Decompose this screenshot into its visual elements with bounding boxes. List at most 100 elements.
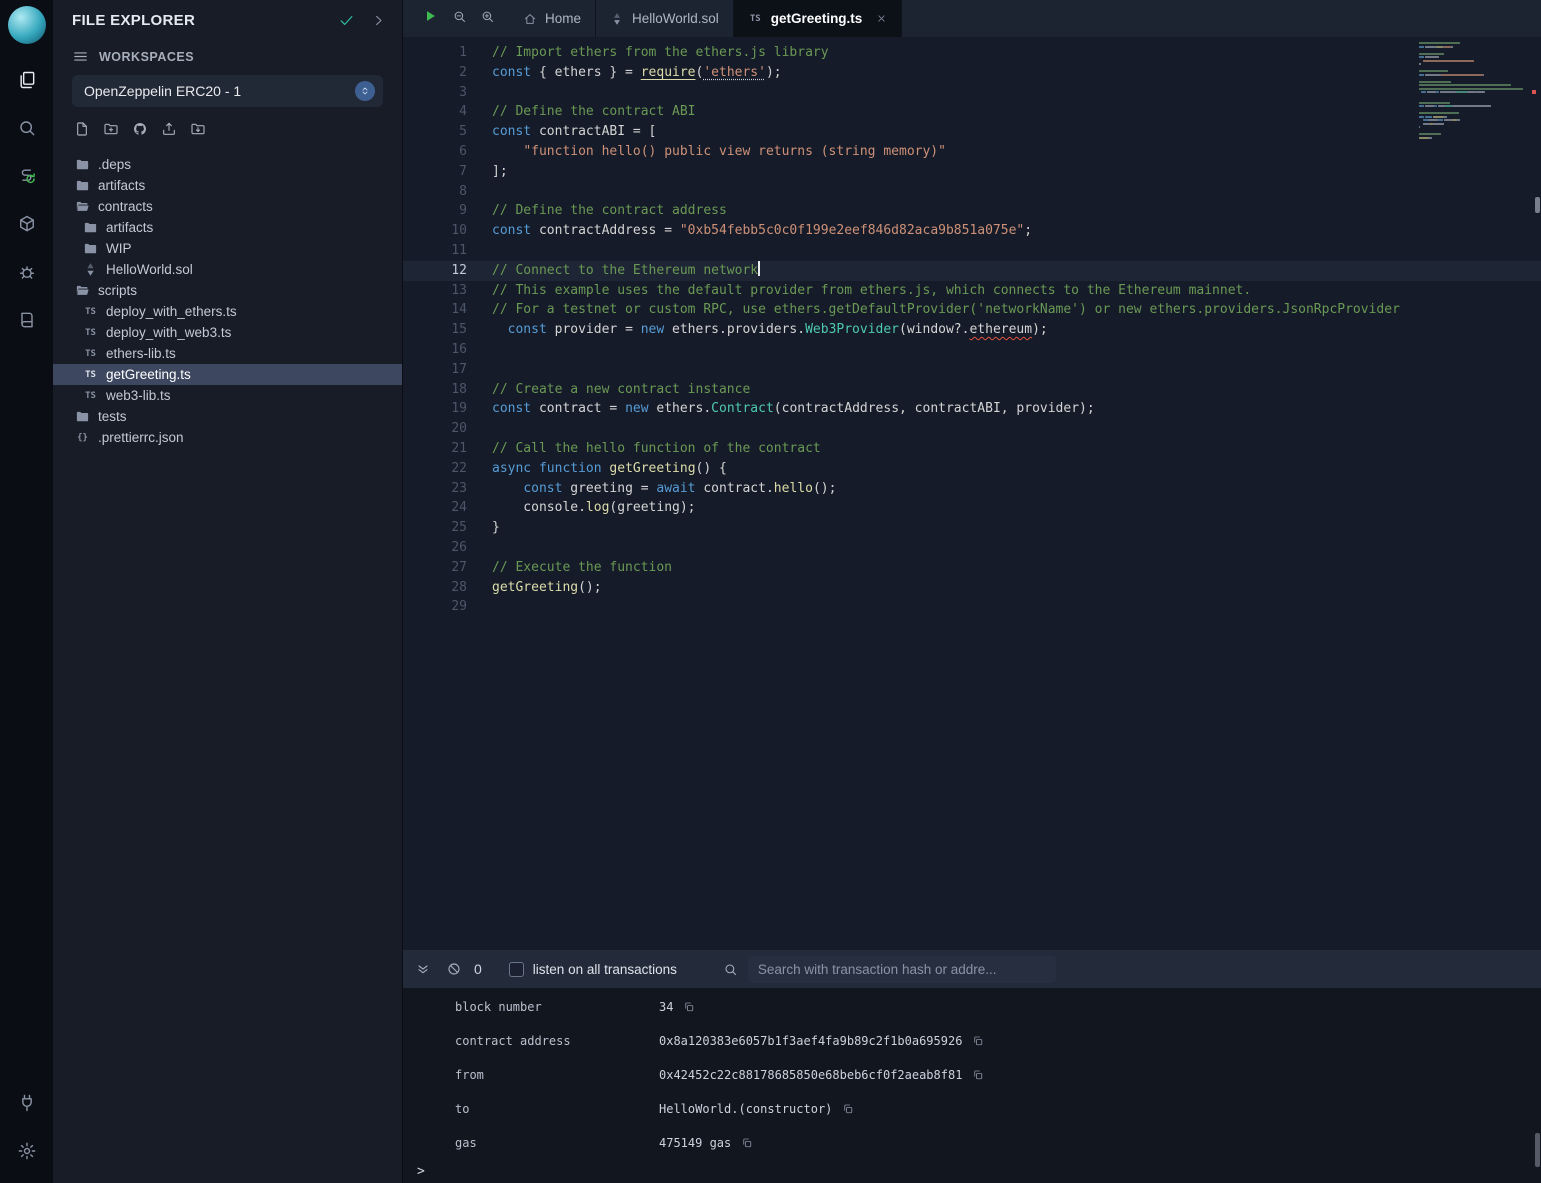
line-number: 5: [403, 122, 467, 142]
tree-item-web3-lib.ts[interactable]: TSweb3-lib.ts: [53, 385, 402, 406]
tx-detail-key: block number: [455, 1000, 659, 1014]
terminal-search-input[interactable]: [748, 956, 1056, 983]
ts-file-icon: TS: [748, 14, 763, 24]
create-file-icon[interactable]: [74, 121, 90, 142]
tab-HelloWorld.sol[interactable]: HelloWorld.sol: [596, 0, 734, 37]
code-line-17[interactable]: 17: [403, 360, 1541, 380]
code-line-7[interactable]: 7];: [403, 162, 1541, 182]
activity-deploy-run-icon[interactable]: [0, 200, 53, 248]
line-number: 15: [403, 320, 467, 340]
workspace-select[interactable]: OpenZeppelin ERC20 - 1: [72, 75, 383, 107]
code-line-23[interactable]: 23 const greeting = await contract.hello…: [403, 479, 1541, 499]
chevron-double-down-icon[interactable]: [415, 961, 431, 977]
tree-item-label: artifacts: [98, 178, 145, 193]
chevron-right-icon[interactable]: [371, 13, 386, 28]
code-editor[interactable]: 1// Import ethers from the ethers.js lib…: [403, 37, 1541, 950]
activity-solidity-compiler-icon[interactable]: [0, 152, 53, 200]
code-line-2[interactable]: 2const { ethers } = require('ethers');: [403, 63, 1541, 83]
activity-settings-icon[interactable]: [0, 1127, 53, 1175]
code-line-28[interactable]: 28getGreeting();: [403, 578, 1541, 598]
upload-file-icon[interactable]: [161, 121, 177, 142]
code-line-6[interactable]: 6 "function hello() public view returns …: [403, 142, 1541, 162]
tree-item-contracts[interactable]: contracts: [53, 196, 402, 217]
code-line-19[interactable]: 19const contract = new ethers.Contract(c…: [403, 399, 1541, 419]
terminal-prompt-row[interactable]: >: [403, 1160, 1541, 1183]
remix-logo[interactable]: [8, 6, 46, 44]
line-number: 20: [403, 419, 467, 439]
text-cursor: [758, 261, 760, 276]
listen-all-transactions-checkbox[interactable]: [509, 962, 524, 977]
tab-Home[interactable]: Home: [509, 0, 596, 37]
copy-icon[interactable]: [972, 1069, 984, 1081]
tree-item-ethers-lib.ts[interactable]: TSethers-lib.ts: [53, 343, 402, 364]
code-line-16[interactable]: 16: [403, 340, 1541, 360]
folder-icon: [75, 178, 90, 193]
code-line-9[interactable]: 9// Define the contract address: [403, 201, 1541, 221]
code-line-3[interactable]: 3: [403, 83, 1541, 103]
workspace-switcher-icon[interactable]: [355, 81, 375, 101]
tree-item-WIP[interactable]: WIP: [53, 238, 402, 259]
activity-search-icon[interactable]: [0, 104, 53, 152]
copy-icon[interactable]: [842, 1103, 854, 1115]
activity-plugins-icon[interactable]: [0, 296, 53, 344]
tree-item-label: scripts: [98, 283, 137, 298]
file-explorer-panel: FILE EXPLORER WORKSPACES OpenZeppelin ER…: [53, 0, 402, 1183]
tree-item-artifacts[interactable]: artifacts: [53, 175, 402, 196]
copy-icon[interactable]: [741, 1137, 753, 1149]
code-line-13[interactable]: 13// This example uses the default provi…: [403, 281, 1541, 301]
code-line-15[interactable]: 15 const provider = new ethers.providers…: [403, 320, 1541, 340]
code-line-5[interactable]: 5const contractABI = [: [403, 122, 1541, 142]
code-line-26[interactable]: 26: [403, 538, 1541, 558]
tree-item-scripts[interactable]: scripts: [53, 280, 402, 301]
code-line-12[interactable]: 12// Connect to the Ethereum network: [403, 261, 1541, 281]
folder-icon: [75, 409, 90, 424]
tree-item-label: getGreeting.ts: [106, 367, 191, 382]
create-folder-icon[interactable]: [103, 121, 119, 142]
activity-plugin-manager-icon[interactable]: [0, 1079, 53, 1127]
clear-console-icon[interactable]: [446, 961, 462, 977]
code-line-1[interactable]: 1// Import ethers from the ethers.js lib…: [403, 43, 1541, 63]
clone-repo-icon[interactable]: [132, 121, 148, 142]
tree-item-deploy_with_web3.ts[interactable]: TSdeploy_with_web3.ts: [53, 322, 402, 343]
tree-item-deploy_with_ethers.ts[interactable]: TSdeploy_with_ethers.ts: [53, 301, 402, 322]
tree-item-HelloWorld.sol[interactable]: HelloWorld.sol: [53, 259, 402, 280]
code-line-25[interactable]: 25}: [403, 518, 1541, 538]
confirm-check-icon[interactable]: [338, 12, 355, 29]
plugin-manager-icon: [17, 1093, 37, 1113]
copy-icon[interactable]: [972, 1035, 984, 1047]
code-line-4[interactable]: 4// Define the contract ABI: [403, 102, 1541, 122]
code-line-21[interactable]: 21// Call the hello function of the cont…: [403, 439, 1541, 459]
tree-item-.prettierrc.json[interactable]: {}.prettierrc.json: [53, 427, 402, 448]
close-tab-icon[interactable]: [876, 13, 887, 24]
editor-scrollbar[interactable]: [1535, 197, 1540, 213]
code-line-22[interactable]: 22async function getGreeting() {: [403, 459, 1541, 479]
code-line-18[interactable]: 18// Create a new contract instance: [403, 380, 1541, 400]
code-line-24[interactable]: 24 console.log(greeting);: [403, 498, 1541, 518]
run-script-icon[interactable]: [421, 7, 439, 30]
zoom-out-icon[interactable]: [452, 9, 467, 29]
code-line-10[interactable]: 10const contractAddress = "0xb54febb5c0c…: [403, 221, 1541, 241]
tx-detail-key: gas: [455, 1136, 659, 1150]
copy-icon[interactable]: [683, 1001, 695, 1013]
terminal-scrollbar[interactable]: [1535, 1133, 1540, 1167]
tab-getGreeting.ts[interactable]: TSgetGreeting.ts: [734, 0, 903, 37]
code-line-8[interactable]: 8: [403, 182, 1541, 202]
minimap[interactable]: [1419, 42, 1531, 144]
menu-icon[interactable]: [72, 48, 89, 65]
activity-file-explorer-icon[interactable]: [0, 56, 53, 104]
zoom-in-icon[interactable]: [480, 9, 495, 29]
code-line-11[interactable]: 11: [403, 241, 1541, 261]
line-number: 17: [403, 360, 467, 380]
tree-item-tests[interactable]: tests: [53, 406, 402, 427]
tree-item-getGreeting.ts[interactable]: TSgetGreeting.ts: [53, 364, 402, 385]
code-line-14[interactable]: 14// For a testnet or custom RPC, use et…: [403, 300, 1541, 320]
line-number: 27: [403, 558, 467, 578]
code-line-29[interactable]: 29: [403, 597, 1541, 617]
tree-item-.deps[interactable]: .deps: [53, 154, 402, 175]
code-line-27[interactable]: 27// Execute the function: [403, 558, 1541, 578]
tree-item-artifacts[interactable]: artifacts: [53, 217, 402, 238]
code-line-20[interactable]: 20: [403, 419, 1541, 439]
activity-debugger-icon[interactable]: [0, 248, 53, 296]
import-folder-icon[interactable]: [190, 121, 206, 142]
zoom-out-icon: [452, 9, 467, 24]
